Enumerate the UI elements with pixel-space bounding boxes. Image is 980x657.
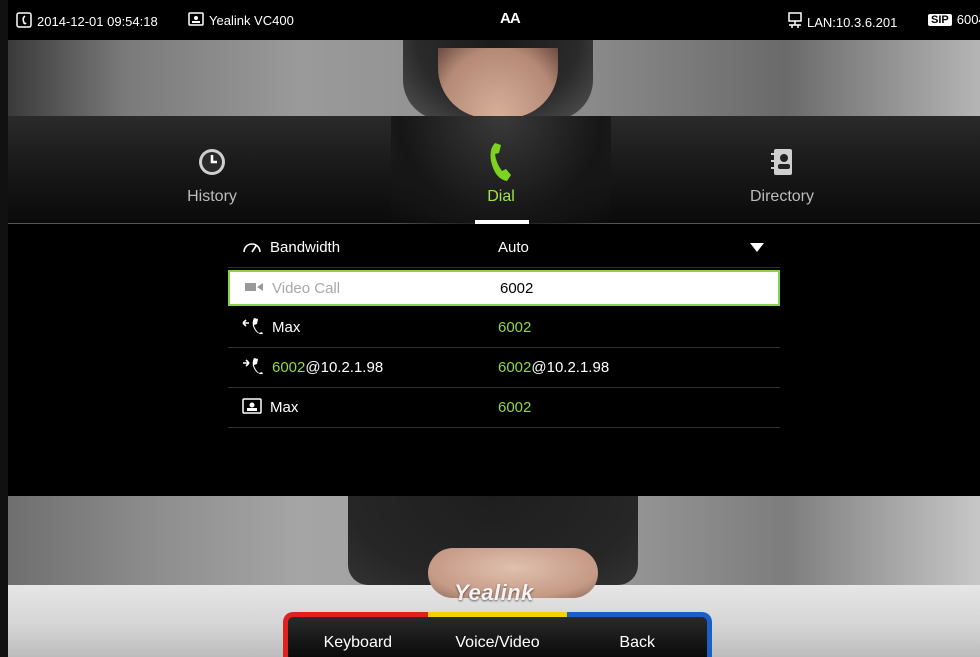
- softkey-bar: Keyboard Voice/Video Back: [283, 612, 713, 657]
- tab-dial-label: Dial: [487, 188, 515, 205]
- sip-status: SIP 6004: [928, 12, 980, 27]
- back-button[interactable]: Back: [567, 612, 713, 657]
- active-tab-indicator: [475, 220, 529, 224]
- suggestion-number: 6002: [498, 319, 532, 336]
- suggestion-row[interactable]: Max 6002: [228, 308, 780, 348]
- contacts-book-icon: [771, 144, 793, 180]
- dial-input-row[interactable]: Video Call 6002: [228, 270, 780, 306]
- dial-panel: History Dial Directory Bandwidth Auto Vi…: [8, 116, 980, 496]
- font-size-icon: AA: [500, 10, 521, 27]
- bandwidth-label: Bandwidth: [270, 239, 341, 256]
- dropdown-arrow-icon[interactable]: [750, 243, 764, 252]
- tab-directory-label: Directory: [749, 188, 814, 205]
- suggestion-name: 6002@10.2.1.98: [272, 359, 383, 376]
- datetime-text: 2014-12-01 09:54:18: [37, 14, 158, 29]
- suggestion-name-rest: @10.2.1.98: [305, 359, 384, 376]
- bandwidth-select[interactable]: Bandwidth Auto: [228, 228, 780, 268]
- tab-dial[interactable]: Dial: [391, 116, 611, 224]
- display-icon: [188, 12, 204, 29]
- network-icon: [788, 12, 802, 33]
- tab-history-label: History: [187, 188, 237, 205]
- bandwidth-value: Auto: [498, 239, 529, 256]
- lan-address: LAN:10.3.6.201: [807, 15, 898, 30]
- dial-list: Bandwidth Auto Video Call 6002 Max 6002: [228, 228, 780, 428]
- outgoing-call-icon: [242, 357, 264, 379]
- suggestion-name: Max: [270, 399, 299, 416]
- sip-account: 6004: [956, 12, 980, 27]
- lan-status: LAN:10.3.6.201: [788, 12, 897, 33]
- video-camera-icon: [244, 280, 264, 297]
- tab-history[interactable]: History: [102, 116, 322, 224]
- keyboard-button[interactable]: Keyboard: [283, 612, 428, 657]
- brand-logo: Yealink: [454, 580, 534, 605]
- status-bar: 2014-12-01 09:54:18 Yealink VC400 AA LAN…: [8, 0, 980, 40]
- suggestion-number-match: 6002: [498, 359, 532, 376]
- device-model-text: Yealink VC400: [209, 13, 294, 28]
- phone-handset-icon: [487, 143, 515, 181]
- suggestion-name-match: 6002: [272, 359, 306, 376]
- tab-directory[interactable]: Directory: [672, 116, 892, 224]
- voice-video-button[interactable]: Voice/Video: [427, 612, 568, 657]
- suggestion-number: 6002@10.2.1.98: [498, 359, 609, 376]
- dial-number-input[interactable]: 6002: [500, 280, 533, 297]
- speedometer-icon: [242, 238, 262, 258]
- suggestion-row[interactable]: Max 6002: [228, 388, 780, 428]
- datetime-display: 2014-12-01 09:54:18: [16, 12, 158, 31]
- suggestion-row[interactable]: 6002@10.2.1.98 6002@10.2.1.98: [228, 348, 780, 388]
- suggestion-number: 6002: [498, 399, 532, 416]
- sip-badge: SIP: [928, 13, 952, 26]
- suggestion-name: Max: [272, 319, 301, 336]
- device-model: Yealink VC400: [188, 12, 294, 29]
- calendar-icon: [16, 12, 32, 31]
- suggestion-number-rest: @10.2.1.98: [531, 359, 610, 376]
- tab-bar: History Dial Directory: [8, 116, 980, 224]
- clock-icon: [197, 144, 227, 180]
- incoming-call-icon: [242, 317, 264, 339]
- contact-card-icon: [242, 397, 262, 418]
- call-mode-label: Video Call: [272, 279, 341, 297]
